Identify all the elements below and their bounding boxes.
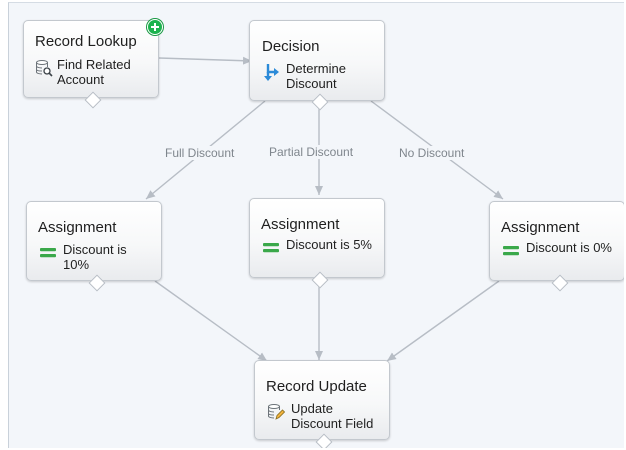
node-type-label: Assignment [261, 216, 340, 233]
edge-label-full-discount: Full Discount [163, 146, 237, 160]
node-label: Update Discount Field [291, 401, 374, 431]
flow-canvas[interactable]: Full Discount Partial Discount No Discou… [8, 2, 624, 448]
record-lookup-icon [35, 59, 53, 77]
record-update-icon [267, 403, 286, 421]
assignment-icon [262, 239, 280, 257]
node-label: Discount is 10% [63, 242, 127, 272]
edge-label-partial-discount: Partial Discount [267, 145, 356, 159]
connector-handle[interactable] [315, 433, 333, 448]
node-label: Discount is 0% [526, 240, 612, 255]
assignment-icon [502, 242, 520, 260]
node-assignment-partial-discount[interactable]: Assignment Discount is 5% [249, 198, 385, 289]
connector-handle[interactable] [551, 274, 569, 292]
node-label: Discount is 5% [286, 237, 372, 252]
connector-no-discount-to-update[interactable] [386, 280, 500, 362]
node-label: Determine Discount [286, 61, 346, 91]
node-type-label: Assignment [501, 219, 580, 236]
node-record-lookup[interactable]: Record Lookup Find Related Account [23, 19, 163, 109]
node-type-label: Decision [262, 38, 320, 55]
connector-full-discount-to-update[interactable] [154, 280, 268, 362]
connector-handle[interactable] [84, 91, 102, 109]
connector-lookup-to-decision[interactable] [158, 56, 253, 65]
node-record-update[interactable]: Record Update Update Discount Field [254, 360, 390, 448]
node-assignment-full-discount[interactable]: Assignment Discount is 10% [26, 201, 162, 292]
connector-handle[interactable] [311, 271, 329, 289]
start-element-icon [147, 19, 163, 35]
node-type-label: Record Lookup [35, 33, 137, 50]
node-decision[interactable]: Decision Determine Discount [249, 20, 385, 111]
decision-icon [263, 63, 281, 81]
assignment-icon [39, 244, 57, 262]
edge-label-no-discount: No Discount [397, 146, 467, 160]
connector-handle[interactable] [311, 93, 329, 111]
node-type-label: Record Update [266, 378, 367, 395]
node-label: Find Related Account [57, 57, 131, 87]
node-assignment-no-discount[interactable]: Assignment Discount is 0% [489, 201, 624, 292]
connector-handle[interactable] [88, 274, 106, 292]
node-type-label: Assignment [38, 219, 117, 236]
